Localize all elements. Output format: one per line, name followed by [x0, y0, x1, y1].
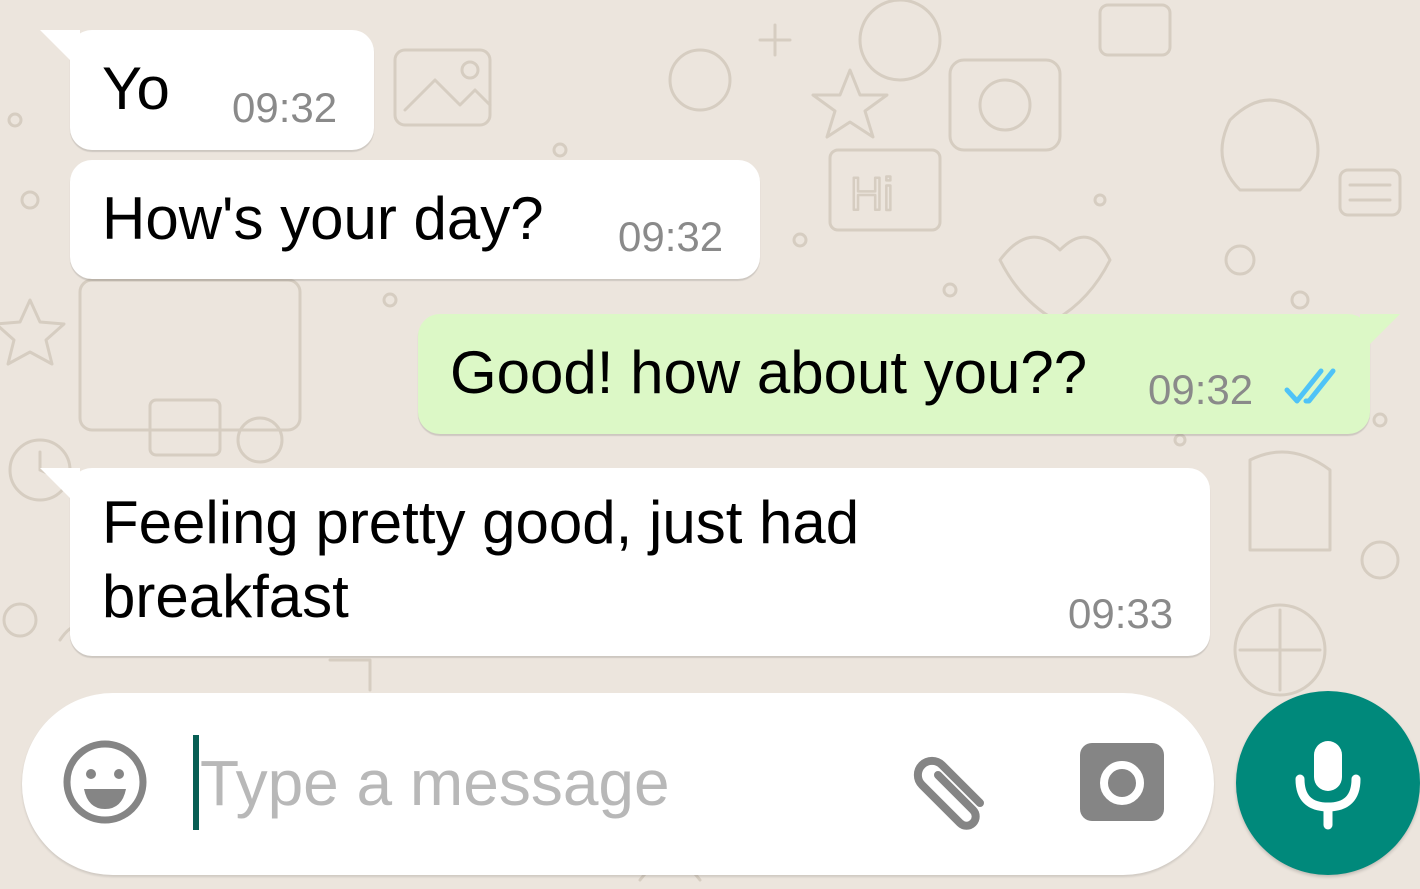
- paperclip-icon[interactable]: [902, 741, 992, 831]
- message-time: 09:33: [1068, 590, 1174, 637]
- camera-icon[interactable]: [1080, 743, 1164, 821]
- message-time: 09:32: [1148, 366, 1254, 413]
- message-time: 09:32: [232, 84, 338, 131]
- message-bubble-incoming[interactable]: Feeling pretty good, just had breakfast …: [40, 468, 1210, 656]
- double-check-icon: [1284, 368, 1336, 404]
- bubble-tail: [40, 30, 80, 70]
- message-input[interactable]: [200, 739, 840, 827]
- message-text: Yo: [102, 55, 170, 122]
- microphone-icon: [1295, 741, 1361, 830]
- message-text: Good! how about you??: [450, 339, 1088, 406]
- message-composer: [22, 693, 1214, 875]
- message-time: 09:32: [618, 213, 724, 260]
- message-text: How's your day?: [102, 185, 544, 252]
- svg-text:Hi: Hi: [850, 168, 893, 220]
- text-caret: [193, 735, 199, 830]
- smiley-icon[interactable]: [60, 737, 150, 827]
- bubble-tail: [40, 468, 80, 508]
- microphone-button[interactable]: [1236, 691, 1420, 875]
- message-text-line: breakfast: [102, 563, 349, 630]
- message-bubble-outgoing[interactable]: Good! how about you?? 09:32: [418, 314, 1400, 434]
- message-bubble-incoming[interactable]: How's your day? 09:32: [70, 160, 760, 279]
- message-text-line: Feeling pretty good, just had: [102, 489, 860, 556]
- bubble-tail: [1360, 314, 1400, 354]
- message-bubble-incoming[interactable]: Yo 09:32: [40, 30, 374, 150]
